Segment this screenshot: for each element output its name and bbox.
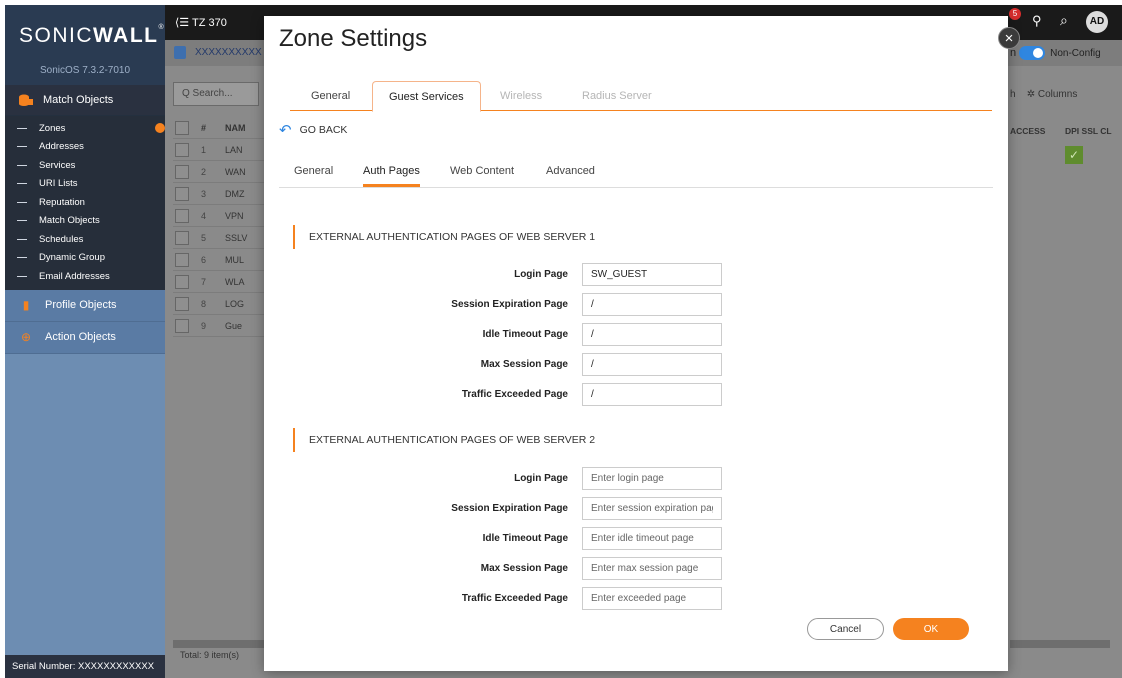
traffic-exceeded-page-2-field[interactable] (582, 587, 722, 610)
table-row[interactable]: 7 WLA (173, 271, 265, 293)
notification-badge[interactable]: 5 (1009, 8, 1021, 20)
sidebar-item-dynamic-group[interactable]: Dynamic Group (5, 249, 165, 268)
go-back-link[interactable]: ↶ GO BACK (279, 121, 347, 139)
form-row-traffic-exceeded-1: Traffic Exceeded Page (264, 383, 1008, 406)
session-expiration-page-1-field[interactable] (582, 293, 722, 316)
table-row[interactable]: 8 LOG (173, 293, 265, 315)
match-objects-submenu: Zones Addresses Services URI Lists Reput… (5, 116, 165, 290)
lightbulb-icon[interactable]: ⚲ (1032, 13, 1042, 29)
device-icon (174, 46, 186, 59)
table-header: # NAM (173, 117, 265, 139)
table-row[interactable]: 4 VPN (173, 205, 265, 227)
search-icon[interactable]: ⌕ (1060, 12, 1068, 29)
ok-button[interactable]: OK (893, 618, 969, 640)
sidebar-item-uri-lists[interactable]: URI Lists (5, 175, 165, 194)
document-icon: ▮ (22, 298, 30, 312)
session-expiration-page-2-field[interactable] (582, 497, 722, 520)
gear-icon: ✲ (1026, 89, 1036, 100)
dialog-tabs: General Guest Services Wireless Radius S… (290, 81, 992, 112)
zones-table: # NAM 1 LAN 2 WAN 3 DMZ 4 VPN 5 SSLV 6 MUL 7 WLA… (173, 117, 265, 337)
tab-radius-server[interactable]: Radius Server (582, 81, 652, 111)
login-page-1-field[interactable] (582, 263, 722, 286)
serial-number: Serial Number: XXXXXXXXXXXX (5, 655, 165, 678)
enabled-check-icon: ✓ (1065, 146, 1083, 164)
menu-collapse-icon: ⟨☰ (175, 17, 190, 29)
idle-timeout-page-2-field[interactable] (582, 527, 722, 550)
nav-match-objects-label: Match Objects (43, 94, 114, 106)
form-row-session-expiration-1: Session Expiration Page (264, 293, 1008, 316)
login-page-2-field[interactable] (582, 467, 722, 490)
table-tools: h ✲ Columns (1010, 89, 1122, 100)
sonicwall-logo: SONICWALL® (19, 24, 166, 47)
table-row[interactable]: 6 MUL (173, 249, 265, 271)
horizontal-scrollbar[interactable] (173, 640, 265, 648)
max-session-page-2-field[interactable] (582, 557, 722, 580)
form-row-login-page-2: Login Page (264, 467, 1008, 490)
table-row[interactable]: 3 DMZ (173, 183, 265, 205)
zone-settings-dialog: Zone Settings × General Guest Services W… (264, 16, 1020, 671)
column-header-access: ACCESS (1010, 126, 1046, 136)
table-row[interactable]: 1 LAN (173, 139, 265, 161)
close-icon[interactable]: × (998, 27, 1020, 49)
database-icon (19, 94, 33, 106)
table-row[interactable]: 2 WAN (173, 161, 265, 183)
sidebar-item-match-objects[interactable]: Match Objects (5, 212, 165, 231)
columns-button[interactable]: Columns (1038, 89, 1077, 100)
sidebar-item-schedules[interactable]: Schedules (5, 230, 165, 249)
form-row-login-page-1: Login Page (264, 263, 1008, 286)
refresh-label[interactable]: h (1010, 89, 1016, 100)
sidebar-item-reputation[interactable]: Reputation (5, 193, 165, 212)
horizontal-scrollbar-right[interactable] (1010, 640, 1110, 648)
sidebar-item-email-addresses[interactable]: Email Addresses (5, 267, 165, 286)
back-arrow-icon: ↶ (279, 122, 292, 139)
form-row-idle-timeout-2: Idle Timeout Page (264, 527, 1008, 550)
nav-profile-objects[interactable]: ▮ Profile Objects (5, 289, 165, 322)
tab-general[interactable]: General (311, 81, 350, 111)
crosshair-icon: ⊕ (20, 330, 32, 344)
section-web-server-1: EXTERNAL AUTHENTICATION PAGES OF WEB SER… (293, 225, 595, 249)
config-mode-toggle[interactable]: n Non-Config (1010, 46, 1101, 60)
section-web-server-2: EXTERNAL AUTHENTICATION PAGES OF WEB SER… (293, 428, 595, 452)
version-label: SonicOS 7.3.2-7010 (39, 65, 131, 76)
column-header-dpi-ssl: DPI SSL CL (1065, 126, 1112, 136)
table-row[interactable]: 9 Gue (173, 315, 265, 337)
active-indicator-dot (155, 123, 165, 134)
nav-match-objects[interactable]: Match Objects (5, 85, 165, 116)
subtab-advanced[interactable]: Advanced (546, 156, 595, 187)
max-session-page-1-field[interactable] (582, 353, 722, 376)
idle-timeout-page-1-field[interactable] (582, 323, 722, 346)
form-row-max-session-2: Max Session Page (264, 557, 1008, 580)
avatar[interactable]: AD (1086, 11, 1108, 33)
form-row-idle-timeout-1: Idle Timeout Page (264, 323, 1008, 346)
total-items: Total: 9 item(s) (180, 650, 240, 660)
nav-action-objects[interactable]: ⊕ Action Objects (5, 321, 165, 354)
form-row-session-expiration-2: Session Expiration Page (264, 497, 1008, 520)
toggle-label: Non-Config (1050, 47, 1101, 59)
traffic-exceeded-page-1-field[interactable] (582, 383, 722, 406)
subtab-web-content[interactable]: Web Content (450, 156, 514, 187)
sidebar: SONICWALL® SonicOS 7.3.2-7010 Match Obje… (5, 5, 165, 678)
device-menu[interactable]: ⟨☰ TZ 370 (175, 16, 227, 29)
logo-area: SONICWALL® SonicOS 7.3.2-7010 (5, 5, 165, 85)
cancel-button[interactable]: Cancel (807, 618, 884, 640)
guest-services-subtabs: General Auth Pages Web Content Advanced (279, 156, 993, 188)
subtab-general[interactable]: General (294, 156, 333, 187)
tab-guest-services[interactable]: Guest Services (372, 81, 481, 112)
sidebar-item-addresses[interactable]: Addresses (5, 138, 165, 157)
search-input[interactable]: Q Search... (173, 82, 259, 106)
subtab-auth-pages[interactable]: Auth Pages (363, 156, 420, 187)
toggle-switch[interactable] (1019, 46, 1046, 60)
dialog-title: Zone Settings (279, 25, 428, 52)
form-row-max-session-1: Max Session Page (264, 353, 1008, 376)
table-row[interactable]: 5 SSLV (173, 227, 265, 249)
tab-wireless[interactable]: Wireless (500, 81, 542, 111)
sidebar-item-zones[interactable]: Zones (5, 119, 165, 138)
sidebar-item-services[interactable]: Services (5, 156, 165, 175)
select-all-checkbox[interactable] (175, 120, 189, 135)
form-row-traffic-exceeded-2: Traffic Exceeded Page (264, 587, 1008, 610)
